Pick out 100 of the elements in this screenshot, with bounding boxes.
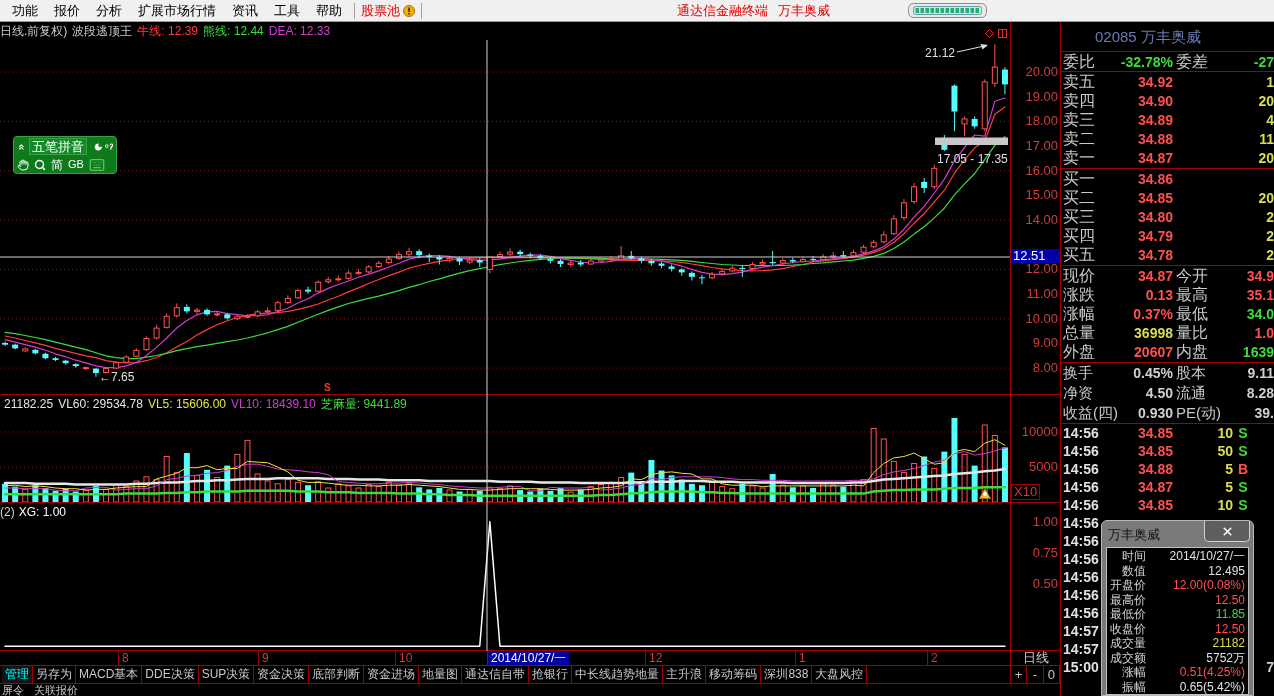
quote-label: 委差 [1175, 52, 1209, 71]
quote-value: 0.37% [1132, 304, 1173, 323]
chart-title: 日线.前复权) [0, 24, 68, 38]
tick-side: S [1237, 478, 1249, 496]
tick-volume: 5 [1224, 460, 1233, 478]
quote-label: 现价 [1063, 266, 1096, 285]
popup-value: 11.85 [1214, 607, 1245, 622]
order-level-label: 买四 [1063, 227, 1096, 246]
order-price: 34.90 [1136, 91, 1173, 110]
quote-value: -27 [1252, 52, 1274, 71]
tick-time: 14:56 [1063, 514, 1100, 532]
quote-label: 股本 [1175, 364, 1207, 382]
order-price: 34.87 [1136, 149, 1173, 168]
volume-scale-label: X10 [1011, 484, 1041, 500]
order-volume: 20 [1257, 149, 1274, 168]
tick-time: 14:56 [1063, 586, 1100, 604]
popup-label: 开盘价 [1110, 578, 1146, 593]
order-price: 34.86 [1136, 169, 1173, 188]
indicator-prefix: (2) [0, 505, 15, 519]
date-label: 8 [118, 651, 129, 665]
quote-value: 1.0 [1253, 324, 1274, 343]
tick-time: 14:56 [1063, 568, 1100, 586]
quote-label: 收益(四) [1063, 404, 1119, 422]
volume-axis-label: 10000 [1021, 425, 1058, 439]
popup-label: 涨幅 [1121, 665, 1146, 680]
order-level-label: 卖一 [1063, 149, 1096, 168]
quote-value: 35.1 [1245, 285, 1274, 304]
date-label: 9 [258, 651, 269, 665]
crosshair-price-label: 12.51 [1011, 249, 1060, 263]
legend-value: DEA: 12.33 [268, 24, 331, 38]
order-price: 34.78 [1136, 246, 1173, 265]
tick-side: S [1237, 496, 1249, 514]
legend-value: XG: 1.00 [18, 505, 67, 519]
quote-label: 最高 [1175, 285, 1209, 304]
quote-label: 净资 [1063, 384, 1094, 402]
popup-label: 收盘价 [1110, 621, 1146, 636]
price-axis-label: 10.00 [1025, 312, 1058, 325]
tick-time: 14:56 [1063, 604, 1100, 622]
popup-value: 12.50 [1213, 621, 1245, 636]
tick-volume: 10 [1216, 496, 1233, 514]
legend-value: VL60: 29534.78 [58, 397, 143, 411]
popup-label: 振幅 [1121, 679, 1146, 694]
stock-name-title: 万丰奥威 [778, 1, 830, 20]
quote-label: 内盘 [1175, 343, 1209, 362]
legend-value: 熊线: 12.44 [203, 24, 264, 38]
order-price: 34.89 [1136, 110, 1173, 129]
order-volume: 20 [1257, 188, 1274, 207]
order-level-label: 卖五 [1063, 72, 1096, 91]
tick-side: B [1236, 460, 1250, 478]
price-axis-label: 8.00 [1032, 362, 1058, 375]
order-volume: 20 [1257, 91, 1274, 110]
tick-price: 34.85 [1136, 424, 1173, 442]
quote-label: 涨跌 [1063, 285, 1096, 304]
tick-time: 15:00 [1063, 658, 1100, 676]
date-label: 12 [645, 651, 663, 665]
volume-reading: 21182.25 [4, 397, 54, 411]
price-axis-label: 20.00 [1025, 66, 1058, 79]
order-price: 34.85 [1136, 188, 1173, 207]
tick-time: 14:56 [1063, 460, 1100, 478]
app-title: 通达信金融终端 [677, 1, 768, 20]
order-volume: 2 [1265, 207, 1274, 226]
quote-value: 0.13 [1144, 285, 1173, 304]
legend-value: VL10: 18439.10 [231, 397, 316, 411]
quote-label: 委比 [1063, 52, 1096, 71]
popup-value: 2014/10/27/一 [1168, 549, 1245, 564]
sell-signal-mark: S [324, 382, 331, 393]
indicator-axis-label: 1.00 [1032, 514, 1058, 529]
quote-label: 最低 [1175, 304, 1209, 323]
quote-value: 34.9 [1245, 266, 1274, 285]
order-volume: 11 [1258, 130, 1274, 149]
tick-price: 34.85 [1136, 496, 1173, 514]
popup-value: 12.50 [1213, 592, 1245, 607]
order-level-label: 买三 [1063, 207, 1096, 226]
tick-volume: 50 [1216, 442, 1233, 460]
popup-label: 最高价 [1110, 592, 1146, 607]
popup-value: 5752万 [1205, 650, 1245, 665]
tick-time: 14:56 [1063, 550, 1100, 568]
quote-label: PE(动) [1175, 404, 1219, 422]
order-level-label: 买一 [1063, 169, 1096, 188]
tick-volume: 10 [1216, 424, 1233, 442]
tick-price: 34.87 [1136, 478, 1173, 496]
quote-label: 涨幅 [1063, 304, 1096, 323]
quote-value: 4.50 [1144, 384, 1173, 402]
popup-label: 成交量 [1110, 636, 1146, 651]
quote-value: 0.930 [1136, 404, 1173, 422]
price-axis-label: 9.00 [1032, 337, 1058, 350]
order-level-label: 卖三 [1063, 110, 1096, 129]
indicator-axis-label: 0.75 [1032, 545, 1058, 560]
order-level-label: 买二 [1063, 188, 1096, 207]
order-price: 34.79 [1136, 227, 1173, 246]
order-volume: 4 [1265, 110, 1274, 129]
tick-time: 14:57 [1063, 622, 1100, 640]
tick-time: 14:56 [1063, 442, 1100, 460]
date-label: 10 [395, 651, 413, 665]
popup-label: 数值 [1121, 563, 1146, 578]
indicator-axis-label: 0.50 [1032, 576, 1058, 591]
popup-title: 万丰奥威 [1107, 526, 1160, 542]
date-label: 2014/10/27/一 [487, 651, 570, 665]
date-label: 2 [927, 651, 938, 665]
price-axis-label: 11.00 [1026, 288, 1058, 301]
